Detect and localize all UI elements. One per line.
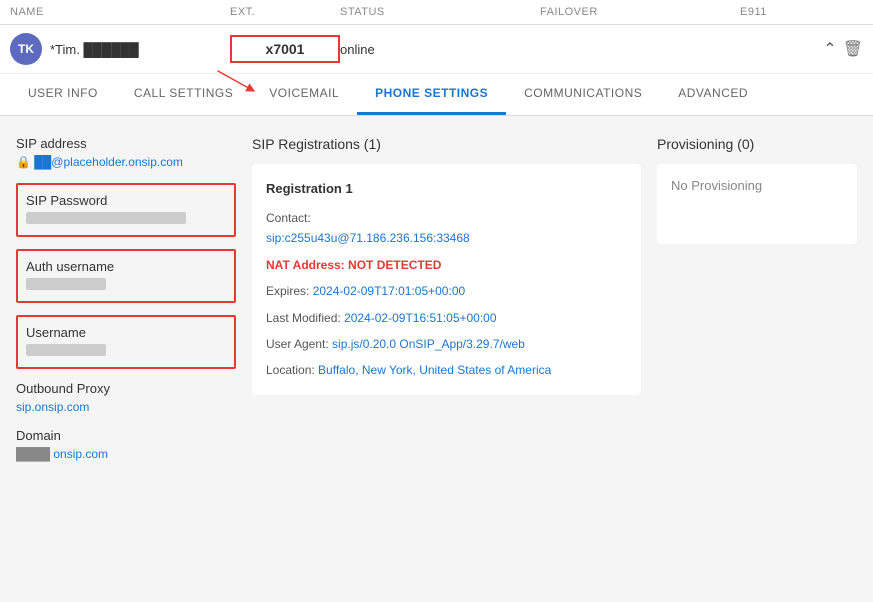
tab-voicemail[interactable]: VOICEMAIL: [251, 74, 357, 115]
provisioning-title: Provisioning (0): [657, 136, 857, 152]
delete-icon[interactable]: 🗑: [843, 39, 863, 59]
expand-icon[interactable]: ⌃: [823, 39, 836, 59]
sip-address-text: ██@placeholder.onsip.com: [34, 155, 183, 169]
sip-address-icon: 🔒: [16, 155, 31, 169]
user-agent-value: sip.js/0.20.0 OnSIP_App/3.29.7/web: [332, 337, 525, 351]
domain-prefix: ████: [16, 447, 53, 461]
tab-user-info[interactable]: USER INFO: [10, 74, 116, 115]
sip-registrations-title: SIP Registrations (1): [252, 136, 641, 152]
auth-username-box: Auth username: [16, 249, 236, 303]
tab-phone-settings[interactable]: PHONE SETTINGS: [357, 74, 506, 115]
status-cell: online: [340, 42, 540, 57]
registration-title: Registration 1: [266, 178, 627, 200]
provisioning-card: No Provisioning: [657, 164, 857, 244]
user-table-row: TK *Tim. ██████ x7001 online ⌃ 🗑: [0, 25, 873, 74]
sip-address-value: 🔒 ██@placeholder.onsip.com: [16, 155, 236, 169]
sip-password-box: SIP Password: [16, 183, 236, 237]
tab-advanced[interactable]: ADVANCED: [660, 74, 766, 115]
contact-line: Contact: sip:c255u43u@71.186.236.156:334…: [266, 208, 627, 249]
col-name: NAME: [10, 6, 230, 18]
main-content: SIP address 🔒 ██@placeholder.onsip.com S…: [0, 116, 873, 566]
right-panel: Provisioning (0) No Provisioning: [657, 136, 857, 546]
user-name-cell: TK *Tim. ██████: [10, 33, 230, 65]
outbound-proxy-value: sip.onsip.com: [16, 400, 236, 414]
username-box: Username: [16, 315, 236, 369]
col-ext: EXT.: [230, 6, 340, 18]
username-label: Username: [26, 325, 226, 340]
row-actions: ⌃ 🗑: [823, 39, 863, 59]
user-agent-label: User Agent:: [266, 337, 329, 351]
domain-suffix: onsip.com: [53, 447, 108, 461]
sip-password-value: [26, 212, 186, 224]
avatar: TK: [10, 33, 42, 65]
domain-label: Domain: [16, 428, 236, 443]
middle-panel: SIP Registrations (1) Registration 1 Con…: [252, 136, 641, 546]
expires-label: Expires:: [266, 284, 309, 298]
location-label: Location:: [266, 363, 315, 377]
contact-value: sip:c255u43u@71.186.236.156:33468: [266, 231, 470, 245]
username-value: [26, 344, 106, 356]
last-modified-value: 2024-02-09T16:51:05+00:00: [344, 311, 496, 325]
auth-username-value: [26, 278, 106, 290]
col-failover: FAILOVER: [540, 6, 740, 18]
outbound-proxy-label: Outbound Proxy: [16, 381, 236, 396]
nat-value: NOT DETECTED: [348, 258, 441, 272]
location-value: Buffalo, New York, United States of Amer…: [318, 363, 551, 377]
top-area: NAME EXT. STATUS FAILOVER E911 TK *Tim. …: [0, 0, 873, 116]
sip-address-label: SIP address: [16, 136, 236, 151]
user-name: *Tim. ██████: [50, 42, 139, 57]
auth-username-label: Auth username: [26, 259, 226, 274]
sip-password-label: SIP Password: [26, 193, 226, 208]
tab-call-settings[interactable]: CALL SETTINGS: [116, 74, 251, 115]
user-agent-line: User Agent: sip.js/0.20.0 OnSIP_App/3.29…: [266, 334, 627, 354]
ext-cell: x7001: [230, 35, 340, 63]
contact-label: Contact:: [266, 211, 311, 225]
table-header: NAME EXT. STATUS FAILOVER E911: [0, 0, 873, 25]
expires-value: 2024-02-09T17:01:05+00:00: [313, 284, 465, 298]
location-line: Location: Buffalo, New York, United Stat…: [266, 360, 627, 380]
expires-line: Expires: 2024-02-09T17:01:05+00:00: [266, 281, 627, 301]
no-provisioning-message: No Provisioning: [671, 178, 762, 193]
last-modified-label: Last Modified:: [266, 311, 341, 325]
last-modified-line: Last Modified: 2024-02-09T16:51:05+00:00: [266, 308, 627, 328]
col-e911: E911: [740, 6, 860, 18]
domain-value: ████ onsip.com: [16, 447, 236, 461]
registration-card: Registration 1 Contact: sip:c255u43u@71.…: [252, 164, 641, 395]
tabs-bar: USER INFO CALL SETTINGS VOICEMAIL PHONE …: [0, 74, 873, 116]
left-panel: SIP address 🔒 ██@placeholder.onsip.com S…: [16, 136, 236, 546]
nat-label: NAT Address:: [266, 258, 345, 272]
nat-line: NAT Address: NOT DETECTED: [266, 255, 627, 275]
tab-communications[interactable]: COMMUNICATIONS: [506, 74, 660, 115]
col-status: STATUS: [340, 6, 540, 18]
